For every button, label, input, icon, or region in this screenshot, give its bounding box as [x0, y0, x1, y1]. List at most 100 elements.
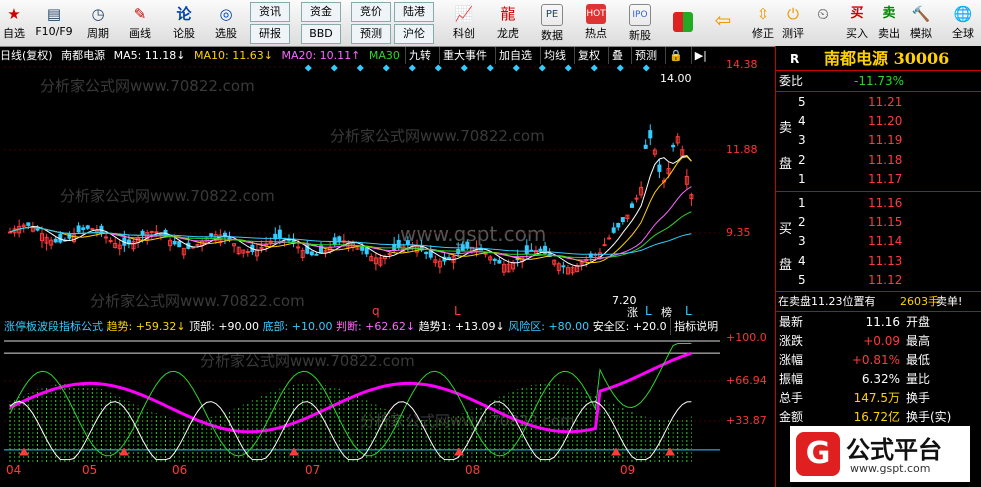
toolbar-buy[interactable]: 买 买入	[842, 0, 872, 46]
date-tick: 04	[6, 463, 22, 477]
indicator-chart[interactable]	[4, 335, 720, 462]
toolbar-sell[interactable]: 卖 卖出	[874, 0, 904, 46]
toolbar-draw[interactable]: ✎ 画线	[122, 0, 158, 46]
sell-level-row[interactable]: 5 11.21	[776, 93, 981, 112]
quote-row: 涨幅 +0.81% 最低	[776, 351, 981, 370]
price-label-mid: 11.88	[726, 143, 758, 156]
major-events-button[interactable]: 重大事件	[439, 47, 490, 64]
candle	[177, 241, 182, 248]
candle	[387, 253, 392, 256]
sell-level-row[interactable]: 1 11.17	[776, 170, 981, 189]
buy-level-row[interactable]: 2 11.15	[776, 213, 981, 232]
bbd-button[interactable]: BBD	[301, 24, 341, 44]
book-price: 11.12	[868, 272, 903, 287]
ma-button[interactable]: 均线	[540, 47, 569, 64]
kline-chart[interactable]	[4, 64, 720, 316]
toolbar-data[interactable]: PE 数据	[532, 0, 572, 46]
quote-value: +0.81%	[851, 353, 900, 367]
indicator-label-low: +33.87	[726, 414, 767, 427]
candle	[629, 203, 634, 208]
dragon-icon: 龍	[500, 5, 516, 23]
indicator-name[interactable]: 涨停板波段指标公式	[4, 320, 103, 333]
toolbar-period[interactable]: ◷ 周期	[80, 0, 116, 46]
sell-level-row[interactable]: 4 11.20	[776, 112, 981, 131]
signal-mark: L	[454, 304, 461, 318]
toolbar-ipo[interactable]: IPO 新股	[620, 0, 660, 46]
globe-icon: 🌐	[953, 5, 973, 23]
candle	[643, 144, 648, 149]
signal-mark: q	[372, 304, 380, 318]
toolbar-global[interactable]: 🌐 全球	[946, 0, 980, 46]
quote-row: 总手 147.5万 换手	[776, 389, 981, 408]
forecast-chart-button[interactable]: 预测	[631, 47, 660, 64]
event-marker	[590, 64, 598, 72]
candle	[209, 233, 214, 237]
hk-connect-button[interactable]: 陆港	[394, 2, 434, 22]
research-button[interactable]: 研报	[250, 24, 290, 44]
weibi-row: 委比 -11.73%	[776, 72, 981, 92]
buy-level-row[interactable]: 4 11.13	[776, 252, 981, 271]
book-level: 4	[798, 253, 806, 268]
trend-line	[9, 351, 692, 434]
toolbar-back[interactable]: ⇦	[706, 0, 740, 46]
event-marker	[616, 64, 624, 72]
jiuzhuan-button[interactable]: 九转	[405, 47, 434, 64]
candle	[172, 240, 177, 245]
buy-level-row[interactable]: 1 11.16	[776, 194, 981, 213]
funds-button[interactable]: 资金	[301, 2, 341, 22]
ma5-value: MA5: 11.18↓	[113, 49, 186, 62]
adjust-button[interactable]: 复权	[574, 47, 603, 64]
candle	[90, 228, 95, 231]
news-button[interactable]: 资讯	[250, 2, 290, 22]
quote-value: 11.16	[865, 315, 900, 329]
discuss-icon: 论	[176, 5, 192, 23]
buy-level-row[interactable]: 5 11.12	[776, 271, 981, 290]
indicator-trend1: 趋势1: +13.09↓	[418, 320, 505, 333]
quote-label: 最新	[779, 315, 804, 329]
lock-icon[interactable]: 🔒	[665, 47, 686, 64]
candle	[607, 237, 612, 240]
add-watch-button[interactable]: 加自选	[495, 47, 535, 64]
toolbar-f10[interactable]: ▤ F10/F9	[32, 0, 76, 46]
hammer-icon: 🔨	[911, 5, 931, 23]
toolbar-simulate[interactable]: 🔨 模拟	[906, 0, 936, 46]
buy-level-row[interactable]: 3 11.14	[776, 232, 981, 251]
sell-level-row[interactable]: 2 11.18	[776, 151, 981, 170]
toolbar-hot[interactable]: HOT 热点	[576, 0, 616, 46]
next-icon[interactable]: ▶|	[690, 47, 710, 64]
toolbar-dragon[interactable]: 龍 龙虎	[488, 0, 528, 46]
toolbar-select[interactable]: ◎ 选股	[206, 0, 246, 46]
auction-button[interactable]: 竞价	[351, 2, 391, 22]
judge-line	[9, 343, 692, 457]
candle	[314, 253, 319, 256]
high-annotation: 14.00	[660, 72, 692, 85]
quote-label: 最低	[906, 353, 931, 367]
candle	[195, 243, 200, 246]
book-level: 3	[798, 234, 806, 249]
toolbar-kechuang[interactable]: 📈 科创	[444, 0, 484, 46]
sell-level-row[interactable]: 3 11.19	[776, 131, 981, 150]
book-price: 11.14	[868, 234, 903, 249]
quote-value: +0.09	[863, 334, 900, 348]
indicator-help-button[interactable]: 指标说明	[670, 318, 721, 335]
toolbar-grid[interactable]	[668, 0, 698, 46]
clock-icon: ⏻	[787, 5, 799, 23]
toolbar-eval[interactable]: ⏻ 测评	[778, 0, 808, 46]
toolbar-fix[interactable]: ⇳ 修正	[748, 0, 778, 46]
candle	[108, 240, 113, 243]
forecast-button[interactable]: 预测	[351, 24, 391, 44]
toolbar-discuss[interactable]: 论 论股	[166, 0, 202, 46]
book-price: 11.15	[868, 215, 903, 230]
toolbar-evaluate[interactable]: ⏲	[808, 0, 838, 46]
candle	[405, 240, 410, 245]
toolbar-watchlist[interactable]: ★ 自选	[0, 0, 28, 46]
event-marker	[382, 64, 390, 72]
indicator-bottom: 底部: +10.00	[262, 320, 333, 333]
sell-icon: 卖	[882, 6, 896, 21]
sh-london-button[interactable]: 沪伦	[394, 24, 434, 44]
quote-label: 涨幅	[779, 353, 804, 367]
period-label[interactable]: 日线(复权)	[0, 49, 53, 62]
overlay-button[interactable]: 叠	[608, 47, 626, 64]
event-marker	[356, 64, 364, 72]
fix-icon: ⇳	[756, 5, 770, 23]
